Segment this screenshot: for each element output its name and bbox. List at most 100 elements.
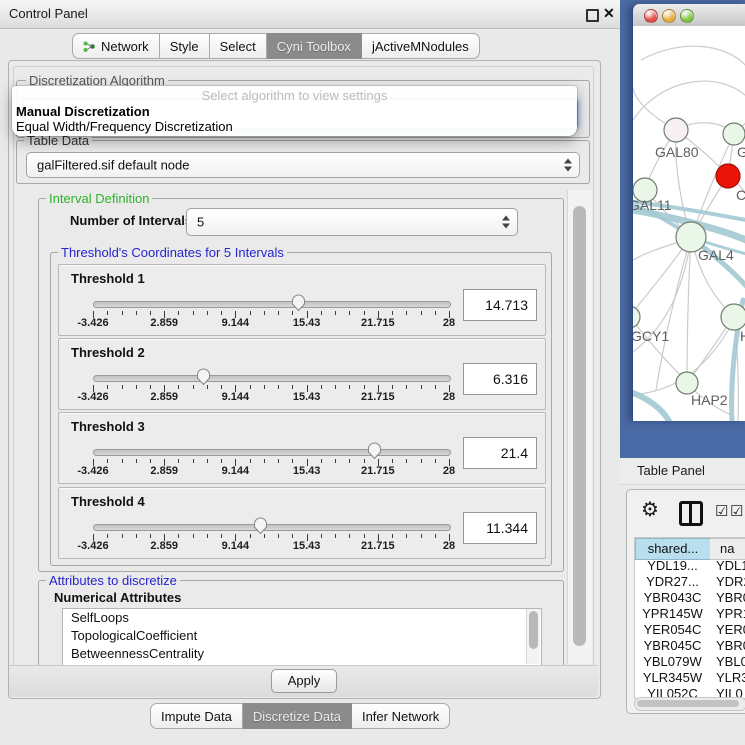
cell-name: YPR1 (716, 606, 745, 622)
control-panel-titlebar: Control Panel ✕ (0, 0, 620, 29)
slider-thumb-shape (293, 295, 305, 311)
slider-tick (207, 534, 208, 538)
attributes-list-scrollbar[interactable] (526, 609, 540, 664)
network-node-pink[interactable] (664, 118, 688, 142)
apply-button[interactable]: Apply (271, 669, 337, 693)
threshold-value-field[interactable]: 6.316 (463, 363, 537, 395)
split-columns-icon[interactable] (679, 501, 703, 526)
slider-tick (122, 534, 123, 538)
tab-discretize-data[interactable]: Discretize Data (243, 703, 352, 729)
slider-tick (221, 385, 222, 389)
slider-tick-label: 21.715 (346, 317, 410, 329)
table-row[interactable]: YER054CYER0 (635, 622, 745, 638)
network-node-green[interactable] (723, 123, 745, 145)
slider-tick (392, 311, 393, 315)
slider-tick-label: 15.43 (275, 540, 339, 552)
slider-thumb[interactable] (367, 441, 382, 465)
network-window-titlebar[interactable] (633, 4, 745, 27)
tab-impute-data[interactable]: Impute Data (150, 703, 243, 729)
slider-track[interactable] (93, 301, 451, 308)
close-panel-icon[interactable]: ✕ (603, 5, 615, 22)
slider-tick (335, 534, 336, 538)
tab-cyni-toolbox[interactable]: Cyni Toolbox (267, 33, 362, 59)
close-traffic-light[interactable] (644, 9, 658, 23)
tab-label: Select (220, 39, 256, 54)
attribute-list-item[interactable]: BetweennessCentrality (63, 645, 541, 663)
network-canvas[interactable]: GAL80GACGAL11GAL4GCY1HHAP2 (633, 26, 745, 421)
slider-tick (264, 459, 265, 463)
slider-tick (221, 311, 222, 315)
slider-tick (150, 385, 151, 389)
checkbox-checked-icon[interactable]: ☑ (730, 502, 743, 520)
table-data-combobox[interactable]: galFiltered.sif default node (26, 152, 580, 178)
gear-icon[interactable]: ⚙ (641, 497, 659, 522)
table-row[interactable]: YLR345WYLR3 (635, 670, 745, 686)
slider-tick-label: 2.859 (132, 540, 196, 552)
cyni-bottom-tab-bar: Impute DataDiscretize DataInfer Network (150, 703, 450, 729)
threshold-value-field[interactable]: 14.713 (463, 289, 537, 321)
tab-jactivemnodules[interactable]: jActiveMNodules (362, 33, 480, 59)
dropdown-option[interactable]: Manual Discretization (12, 104, 577, 119)
checkbox-checked-icon[interactable]: ☑ (715, 502, 728, 520)
attribute-list-item[interactable]: TopologicalCoefficient (63, 627, 541, 645)
dropdown-option[interactable]: Equal Width/Frequency Discretization (12, 119, 577, 134)
minimize-traffic-light[interactable] (662, 9, 676, 23)
network-node-red[interactable] (716, 164, 740, 188)
network-node-label: C (736, 187, 745, 203)
number-of-intervals-combobox[interactable]: 5 (186, 208, 518, 236)
column-header-shared-name[interactable]: shared... (635, 538, 711, 560)
settings-scrollbar[interactable] (567, 190, 592, 664)
threshold-title: Threshold 3 (71, 419, 145, 434)
float-panel-icon[interactable] (586, 9, 599, 22)
column-header-name[interactable]: na (710, 538, 745, 560)
thresholds-group-label: Threshold's Coordinates for 5 Intervals (58, 245, 287, 260)
table-row[interactable]: YPR145WYPR1 (635, 606, 745, 622)
threshold-value-field[interactable]: 21.4 (463, 437, 537, 469)
tab-style[interactable]: Style (160, 33, 210, 59)
tab-select[interactable]: Select (210, 33, 267, 59)
slider-tick (193, 459, 194, 463)
slider-tick (178, 459, 179, 463)
slider-tick (364, 459, 365, 463)
slider-tick (278, 534, 279, 538)
slider-thumb[interactable] (291, 293, 306, 317)
slider-track[interactable] (93, 449, 451, 456)
slider-tick (435, 459, 436, 463)
table-panel-title: Table Panel (637, 463, 705, 478)
network-node-green[interactable] (633, 306, 640, 328)
table-row[interactable]: YDR27...YDR2 (635, 574, 745, 590)
slider-tick (207, 459, 208, 463)
slider-thumb-shape (254, 518, 266, 534)
slider-tick (406, 534, 407, 538)
cell-name: YLR3 (716, 670, 745, 686)
slider-thumb[interactable] (196, 367, 211, 391)
tab-network[interactable]: Network (72, 33, 160, 59)
zoom-traffic-light[interactable] (680, 9, 694, 23)
node-attribute-table[interactable]: shared... na YDL19...YDL1YDR27...YDR2YBR… (634, 537, 745, 699)
slider-tick (136, 311, 137, 315)
tab-label: jActiveMNodules (372, 39, 469, 54)
slider-tick (421, 385, 422, 389)
network-node-green[interactable] (721, 304, 745, 330)
threshold-panel: Threshold 1-3.4262.8599.14415.4321.71528… (58, 264, 546, 336)
table-row[interactable]: YBR045CYBR0 (635, 638, 745, 654)
numerical-attributes-list[interactable]: SelfLoopsTopologicalCoefficientBetweenne… (62, 608, 542, 667)
attribute-list-item[interactable]: SelfLoops (63, 609, 541, 627)
table-row[interactable]: YBL079WYBL0 (635, 654, 745, 670)
network-node-green[interactable] (676, 372, 698, 394)
slider-track[interactable] (93, 524, 451, 531)
table-horizontal-scrollbar[interactable] (634, 697, 745, 711)
tab-label: Network (101, 39, 149, 54)
slider-tick (264, 385, 265, 389)
algorithm-dropdown-popup: Select algorithm to view settings Manual… (12, 86, 577, 136)
slider-thumb[interactable] (253, 516, 268, 540)
slider-tick (250, 385, 251, 389)
table-row[interactable]: YDL19...YDL1 (635, 558, 745, 574)
slider-tick (107, 459, 108, 463)
threshold-value-field[interactable]: 11.344 (463, 512, 537, 544)
slider-tick (349, 311, 350, 315)
tab-infer-network[interactable]: Infer Network (352, 703, 450, 729)
slider-tick-label: -3.426 (61, 317, 125, 329)
table-row[interactable]: YBR043CYBR0 (635, 590, 745, 606)
slider-track[interactable] (93, 375, 451, 382)
